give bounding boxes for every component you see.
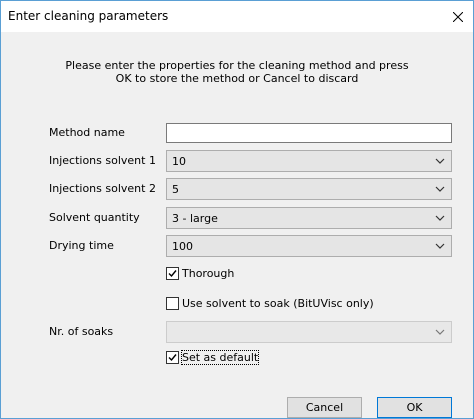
chevron-down-icon	[435, 329, 445, 335]
chevron-down-icon	[435, 215, 445, 221]
drying-time-label: Drying time	[49, 239, 114, 252]
solvent-quantity-label: Solvent quantity	[49, 211, 140, 224]
chevron-down-icon	[435, 158, 445, 164]
injections-solvent-2-value: 5	[172, 183, 179, 196]
intro-text-line-2: OK to store the method or Cancel to disc…	[115, 72, 359, 85]
nr-of-soaks-label: Nr. of soaks	[49, 325, 114, 338]
injections-solvent-2-label: Injections solvent 2	[49, 182, 156, 195]
chevron-down-icon	[435, 243, 445, 249]
thorough-checkbox-box[interactable]	[166, 267, 179, 280]
nr-of-soaks-dropdown[interactable]	[166, 321, 452, 343]
solvent-quantity-dropdown[interactable]: 3 - large	[166, 207, 452, 229]
thorough-checkbox[interactable]: Thorough	[166, 267, 234, 280]
ok-button[interactable]: OK	[377, 397, 452, 418]
dialog-titlebar: Enter cleaning parameters	[1, 1, 473, 32]
injections-solvent-1-dropdown[interactable]: 10	[166, 150, 452, 172]
injections-solvent-2-dropdown[interactable]: 5	[166, 178, 452, 200]
method-name-label: Method name	[49, 126, 125, 139]
checkmark-icon	[168, 270, 177, 278]
drying-time-value: 100	[172, 240, 193, 253]
checkmark-icon	[168, 354, 177, 362]
solvent-quantity-value: 3 - large	[172, 212, 218, 225]
close-button[interactable]	[443, 1, 473, 32]
dialog-title: Enter cleaning parameters	[8, 9, 169, 23]
set-as-default-checkbox[interactable]: Set as default	[166, 350, 260, 365]
cleaning-parameters-dialog: Enter cleaning parameters Please enter t…	[0, 0, 474, 419]
injections-solvent-1-label: Injections solvent 1	[49, 154, 156, 167]
intro-text-line-1: Please enter the properties for the clea…	[65, 59, 409, 72]
set-as-default-checkbox-box[interactable]	[166, 351, 179, 364]
set-as-default-label: Set as default	[180, 350, 260, 365]
thorough-label: Thorough	[182, 267, 235, 280]
cancel-button[interactable]: Cancel	[287, 397, 362, 418]
use-solvent-to-soak-checkbox[interactable]: Use solvent to soak (BitUVisc only)	[166, 297, 374, 310]
drying-time-dropdown[interactable]: 100	[166, 235, 452, 257]
chevron-down-icon	[435, 186, 445, 192]
close-icon	[453, 11, 463, 22]
method-name-input[interactable]	[166, 123, 452, 143]
use-solvent-to-soak-label: Use solvent to soak (BitUVisc only)	[182, 297, 374, 310]
use-solvent-to-soak-checkbox-box[interactable]	[166, 297, 179, 310]
injections-solvent-1-value: 10	[172, 155, 186, 168]
